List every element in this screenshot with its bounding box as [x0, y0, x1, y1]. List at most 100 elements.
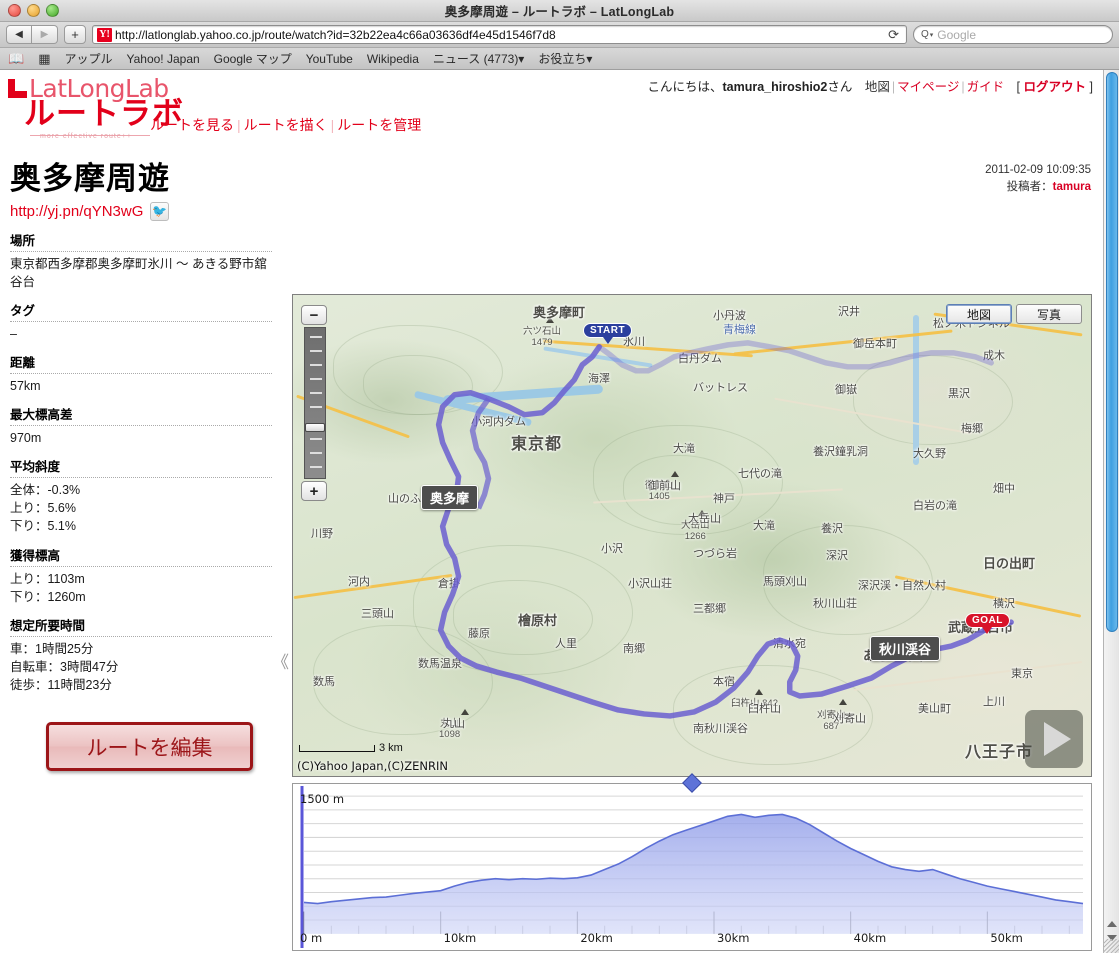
chevron-down-icon[interactable]: ▾	[930, 31, 934, 39]
chart-x-tick: 30km	[717, 931, 750, 945]
detail-value: 970m	[10, 431, 42, 446]
global-nav: ルートを見る | ルートを描く | ルートを管理	[150, 117, 422, 133]
bookmark-useful[interactable]: お役立ち▾	[538, 50, 592, 67]
detail-label: 想定所要時間	[10, 615, 272, 637]
greeting-suffix: さん	[827, 80, 853, 94]
user-link-mypage[interactable]: マイページ	[897, 80, 959, 94]
detail-block: 距離 57km	[10, 352, 272, 395]
map-bubble-akigawa[interactable]: 秋川渓谷	[870, 636, 941, 661]
detail-value: 車：1時間25分 自転車：3時間47分 徒歩：11時間23分	[10, 641, 119, 693]
logout-link[interactable]: ログアウト	[1024, 80, 1087, 94]
bookmark-google-maps[interactable]: Google マップ	[214, 50, 292, 67]
bookmarks-bar: 📖 ▦ アップル Yahoo! Japan Google マップ YouTube…	[0, 48, 1119, 70]
zoom-slider-thumb[interactable]	[305, 423, 325, 432]
navigation-buttons: ◀ ▶	[6, 25, 58, 44]
nav-manage-route[interactable]: ルートを管理	[337, 117, 421, 133]
zoom-out-button[interactable]: −	[301, 305, 327, 325]
detail-label: 距離	[10, 352, 272, 374]
twitter-bird-icon: 🐦	[152, 204, 168, 219]
detail-value: 上り：1103m 下り：1260m	[10, 571, 86, 604]
greeting-prefix: こんにちは、	[647, 80, 723, 94]
elevation-chart-panel[interactable]: 1500 m 0 m 10km 20km 30km 40km 50km	[292, 773, 1092, 951]
bookmark-apple[interactable]: アップル	[64, 50, 112, 67]
map-type-map-button[interactable]: 地図	[946, 304, 1012, 324]
scroll-up-arrow-icon[interactable]	[1107, 921, 1117, 927]
play-icon	[1043, 722, 1071, 756]
user-link-map[interactable]: 地図	[865, 80, 890, 94]
book-icon[interactable]: 📖	[8, 51, 24, 67]
posted-by-name[interactable]: tamura	[1053, 181, 1091, 193]
posted-info: 2011-02-09 10:09:35 投稿者：tamura	[985, 162, 1091, 195]
bookmark-yahoo-japan[interactable]: Yahoo! Japan	[127, 52, 200, 66]
bookmark-wikipedia[interactable]: Wikipedia	[367, 52, 419, 66]
sidebar-collapse-handle[interactable]: 《	[272, 648, 289, 673]
bookmark-youtube[interactable]: YouTube	[306, 52, 353, 66]
map-panel[interactable]: 六ツ石山 1479 御前山 1405 大岳山 1266 丸山 1098 臼杵山 842 …	[292, 294, 1092, 777]
start-marker-tail	[602, 337, 613, 344]
window-title: 奥多摩周遊 – ルートラボ – LatLongLab	[444, 5, 675, 19]
short-url-row: http://yj.pn/qYN3wG 🐦	[10, 201, 272, 221]
forward-button[interactable]: ▶	[32, 25, 58, 44]
route-sidebar: 奥多摩周遊 http://yj.pn/qYN3wG 🐦 場所 東京都西多摩郡奥多摩…	[10, 162, 272, 695]
user-link-guide[interactable]: ガイド	[967, 80, 1005, 94]
detail-value: 57km	[10, 378, 41, 393]
search-placeholder: Google	[937, 27, 976, 42]
page-content: LatLongLab ルートラボ more effective route++ …	[0, 70, 1103, 953]
scale-bar-label: 3 km	[379, 742, 403, 754]
zoom-slider-track[interactable]	[304, 327, 326, 479]
nav-view-route[interactable]: ルートを見る	[150, 117, 234, 133]
nav-draw-route[interactable]: ルートを描く	[244, 117, 328, 133]
elevation-chart-svg	[300, 786, 1084, 948]
map-play-button[interactable]	[1025, 710, 1083, 768]
detail-block: 場所 東京都西多摩郡奥多摩町氷川 〜 あきる野市舘谷台	[10, 230, 272, 291]
map-zoom-control[interactable]: − +	[301, 305, 329, 501]
detail-label: 最大標高差	[10, 404, 272, 427]
posted-timestamp: 2011-02-09 10:09:35	[985, 164, 1091, 176]
logo-tagline: more effective route++	[40, 133, 132, 140]
posted-by-label: 投稿者：	[1006, 180, 1053, 193]
route-details-list: 場所 東京都西多摩郡奥多摩町氷川 〜 あきる野市舘谷台タグ – 距離 57km 最大標高差…	[10, 230, 272, 695]
map-bubble-okutama[interactable]: 奥多摩	[421, 485, 479, 510]
goal-marker-tail	[982, 627, 993, 634]
edit-route-button[interactable]: ルートを編集	[46, 722, 253, 771]
reload-icon[interactable]: ⟳	[885, 27, 902, 43]
start-marker[interactable]: START	[583, 323, 633, 344]
address-bar[interactable]: Y! http://latlonglab.yahoo.co.jp/route/w…	[92, 25, 907, 44]
chart-x-tick: 50km	[990, 931, 1023, 945]
detail-block: 最大標高差 970m	[10, 404, 272, 447]
chart-y-top-label: 1500 m	[300, 792, 345, 806]
browser-window: 奥多摩周遊 – ルートラボ – LatLongLab ◀ ▶ + Y! http…	[0, 0, 1119, 953]
twitter-share-button[interactable]: 🐦	[150, 201, 170, 221]
username: tamura_hiroshio2	[722, 80, 828, 94]
scrollbar-thumb[interactable]	[1106, 72, 1118, 632]
user-bar: こんにちは、tamura_hiroshio2さん 地図 | マイページ | ガイド [ …	[647, 80, 1093, 94]
browser-toolbar: ◀ ▶ + Y! http://latlonglab.yahoo.co.jp/r…	[0, 22, 1119, 48]
zoom-in-button[interactable]: +	[301, 481, 327, 501]
search-icon: Q	[921, 29, 929, 40]
goal-marker[interactable]: GOAL	[965, 613, 1010, 634]
bookmark-news[interactable]: ニュース (4773)▾	[433, 50, 524, 67]
map-attribution: (C)Yahoo Japan,(C)ZENRIN	[297, 759, 448, 773]
detail-label: タグ	[10, 300, 272, 322]
vertical-scrollbar[interactable]	[1103, 70, 1119, 953]
detail-block: タグ –	[10, 300, 272, 343]
window-resize-grip[interactable]	[1103, 939, 1119, 953]
grid-icon[interactable]: ▦	[38, 51, 50, 67]
back-button[interactable]: ◀	[6, 25, 32, 44]
page-viewport: LatLongLab ルートラボ more effective route++ …	[0, 70, 1119, 953]
short-url-link[interactable]: http://yj.pn/qYN3wG	[10, 203, 143, 220]
detail-value: 全体：-0.3% 上り：5.6% 下り：5.1%	[10, 483, 81, 534]
search-input[interactable]: Q ▾ Google	[913, 25, 1113, 44]
bracket-close: ]	[1089, 80, 1093, 94]
elevation-chart[interactable]: 1500 m 0 m 10km 20km 30km 40km 50km	[296, 786, 1087, 948]
detail-block: 平均斜度 全体：-0.3% 上り：5.6% 下り：5.1%	[10, 456, 272, 535]
map-type-photo-button[interactable]: 写真	[1016, 304, 1082, 324]
new-tab-button[interactable]: +	[64, 25, 86, 44]
start-marker-label: START	[583, 323, 633, 338]
route-polyline	[435, 340, 1014, 719]
chart-x-tick: 20km	[580, 931, 613, 945]
detail-value: –	[10, 326, 17, 341]
chart-y-bottom-label: 0 m	[300, 931, 323, 945]
bracket-open: [	[1016, 80, 1021, 94]
goal-marker-label: GOAL	[965, 613, 1010, 628]
